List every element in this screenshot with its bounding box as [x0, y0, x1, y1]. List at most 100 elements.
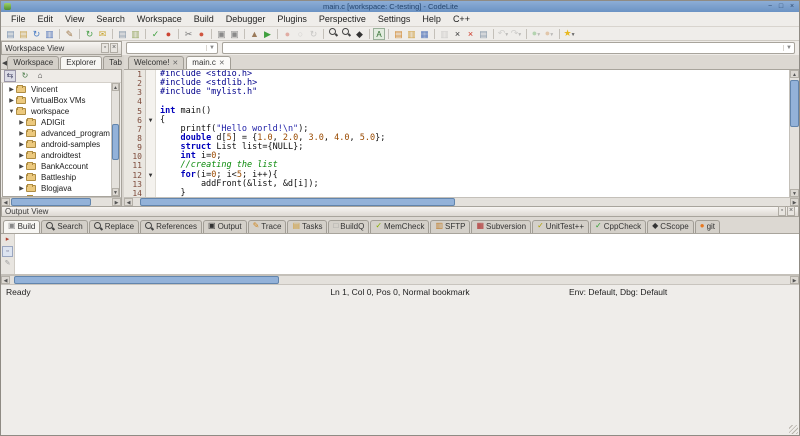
tree-item[interactable]: ▶Blogjava	[3, 183, 111, 194]
maximize-button[interactable]: □	[777, 3, 785, 10]
fold-marker-icon[interactable]: ▼	[146, 171, 156, 180]
menu-debugger[interactable]: Debugger	[220, 13, 272, 25]
resize-grip[interactable]	[789, 425, 798, 434]
scope-combo[interactable]: ▼	[126, 42, 218, 54]
code-editor[interactable]: 1#include <stdio.h>2#include <stdlib.h>3…	[124, 70, 789, 197]
open-workspace-icon[interactable]: ▥	[405, 28, 418, 40]
reload-workspace-icon[interactable]: ↻	[83, 28, 96, 40]
find-icon[interactable]: ▣	[215, 28, 228, 40]
menu-settings[interactable]: Settings	[372, 13, 417, 25]
find-resource-icon[interactable]: ▣	[228, 28, 241, 40]
reload-file-icon[interactable]: ↻	[30, 28, 43, 40]
menu-plugins[interactable]: Plugins	[271, 13, 313, 25]
edit-output-icon[interactable]: ✎	[2, 259, 13, 268]
tree-item[interactable]: ▶VirtualBox VMs	[3, 95, 111, 106]
tree-vertical-scrollbar[interactable]: ▲ ▼	[111, 83, 119, 196]
tree-horizontal-scrollbar[interactable]: ◀ ▶	[1, 197, 121, 206]
output-tab-replace[interactable]: Replace	[89, 220, 139, 233]
tree-item[interactable]: ▶advanced_program	[3, 128, 111, 139]
scroll-left-icon[interactable]: ◀	[1, 276, 10, 284]
run-program-icon[interactable]: ▶	[261, 28, 274, 40]
output-tab-subversion[interactable]: ▦Subversion	[471, 220, 531, 233]
close-pane-icon[interactable]: ×	[787, 206, 795, 216]
copy-icon[interactable]: ▤	[116, 28, 129, 40]
menu-help[interactable]: Help	[416, 13, 447, 25]
scroll-thumb[interactable]	[11, 198, 91, 206]
close-tab-icon[interactable]: ✕	[172, 59, 178, 67]
find-in-files-icon[interactable]: ◆	[353, 28, 366, 40]
scroll-track[interactable]	[790, 78, 799, 189]
link-editor-icon[interactable]: ⇆	[4, 70, 16, 82]
find-symbol-icon[interactable]: ▲	[248, 28, 261, 40]
forward-nav-icon[interactable]: ●▼	[543, 27, 556, 41]
refresh-tree-icon[interactable]: ↻	[19, 71, 31, 81]
editor-tab-welcome[interactable]: Welcome!✕	[128, 56, 184, 69]
clean-project-icon[interactable]: ✂	[182, 28, 195, 40]
scroll-thumb[interactable]	[112, 124, 119, 161]
new-project-icon[interactable]: ▤	[392, 28, 405, 40]
tree-item[interactable]: ▼workspace	[3, 106, 111, 117]
scroll-right-icon[interactable]: ▶	[790, 198, 799, 206]
expand-arrow-icon[interactable]: ▶	[17, 152, 26, 159]
tree-item[interactable]: ▶androidtest	[3, 150, 111, 161]
expand-arrow-icon[interactable]: ▶	[17, 163, 26, 170]
tree-item[interactable]: ▶Battleship	[3, 172, 111, 183]
tree-item[interactable]: ▶android-samples	[3, 139, 111, 150]
scroll-left-icon[interactable]: ◀	[1, 198, 10, 206]
function-combo[interactable]: ▼	[222, 42, 795, 54]
build-output-content[interactable]	[15, 234, 799, 274]
close-button[interactable]: ×	[788, 3, 796, 10]
bookmark-icon[interactable]: ★▼	[563, 27, 576, 41]
fold-marker-icon[interactable]: ▼	[146, 116, 156, 125]
expand-arrow-icon[interactable]: ▶	[17, 141, 26, 148]
expand-arrow-icon[interactable]: ▼	[7, 109, 16, 115]
output-tab-output[interactable]: ▣Output	[203, 220, 247, 233]
menu-cpp[interactable]: C++	[447, 13, 476, 25]
minimize-button[interactable]: −	[766, 3, 774, 10]
editor-vertical-scrollbar[interactable]: ▲ ▼	[789, 70, 799, 197]
output-tab-memcheck[interactable]: ✓MemCheck	[370, 220, 429, 233]
backward-nav-icon[interactable]: ●▼	[530, 27, 543, 41]
scroll-track[interactable]	[133, 198, 790, 206]
expand-arrow-icon[interactable]: ▶	[17, 130, 26, 137]
expand-arrow-icon[interactable]: ▶	[17, 174, 26, 181]
output-tab-cscope[interactable]: ◆CScope	[647, 220, 694, 233]
menu-perspective[interactable]: Perspective	[313, 13, 372, 25]
close-all-icon[interactable]: ×	[451, 28, 464, 40]
close-pane-icon[interactable]: ×	[110, 43, 118, 53]
pause-debugger-icon[interactable]: ○	[294, 28, 307, 40]
build-project-icon[interactable]: ✓	[149, 28, 162, 40]
home-folder-icon[interactable]: ⌂	[34, 71, 46, 81]
scroll-track[interactable]	[10, 276, 790, 284]
chevron-down-icon[interactable]: ▼	[783, 45, 794, 51]
undo-icon[interactable]: ↶▼	[497, 27, 510, 41]
output-tab-tasks[interactable]: ▤Tasks	[287, 220, 327, 233]
scroll-thumb[interactable]	[14, 276, 279, 284]
output-tab-trace[interactable]: ✎Trace	[248, 220, 287, 233]
clear-output-icon[interactable]: ▸	[2, 235, 13, 244]
stop-process-icon[interactable]: ●	[195, 28, 208, 40]
sidebar-tab-workspace[interactable]: Workspace	[7, 56, 59, 69]
reference-books-icon[interactable]: ▦	[418, 28, 431, 40]
output-tab-search[interactable]: Search	[41, 220, 87, 233]
save-session-icon[interactable]: ▥	[438, 28, 451, 40]
mail-notes-icon[interactable]: ✉	[96, 28, 109, 40]
output-tab-git[interactable]: ●git	[695, 220, 720, 233]
close-tab-icon[interactable]: ✕	[219, 59, 225, 67]
scroll-up-icon[interactable]: ▲	[790, 70, 799, 78]
editor-tab-main.c[interactable]: main.c✕	[186, 56, 230, 69]
scroll-right-icon[interactable]: ▶	[112, 198, 121, 206]
hold-output-icon[interactable]: ▫	[2, 246, 13, 257]
save-file-icon[interactable]: ▥	[43, 28, 56, 40]
menu-view[interactable]: View	[59, 13, 90, 25]
float-pane-icon[interactable]: ▫	[101, 43, 109, 53]
scroll-down-icon[interactable]: ▼	[112, 188, 119, 196]
close-workspace-icon[interactable]: ×	[464, 28, 477, 40]
edit-pencil-icon[interactable]: ✎	[63, 28, 76, 40]
scroll-right-icon[interactable]: ▶	[790, 276, 799, 284]
tree-item[interactable]: ▶BankAccount	[3, 161, 111, 172]
menu-edit[interactable]: Edit	[32, 13, 60, 25]
highlight-word-icon[interactable]: A	[373, 28, 385, 40]
scroll-track[interactable]	[112, 91, 119, 188]
output-tab-buildq[interactable]: □BuildQ	[328, 220, 369, 233]
